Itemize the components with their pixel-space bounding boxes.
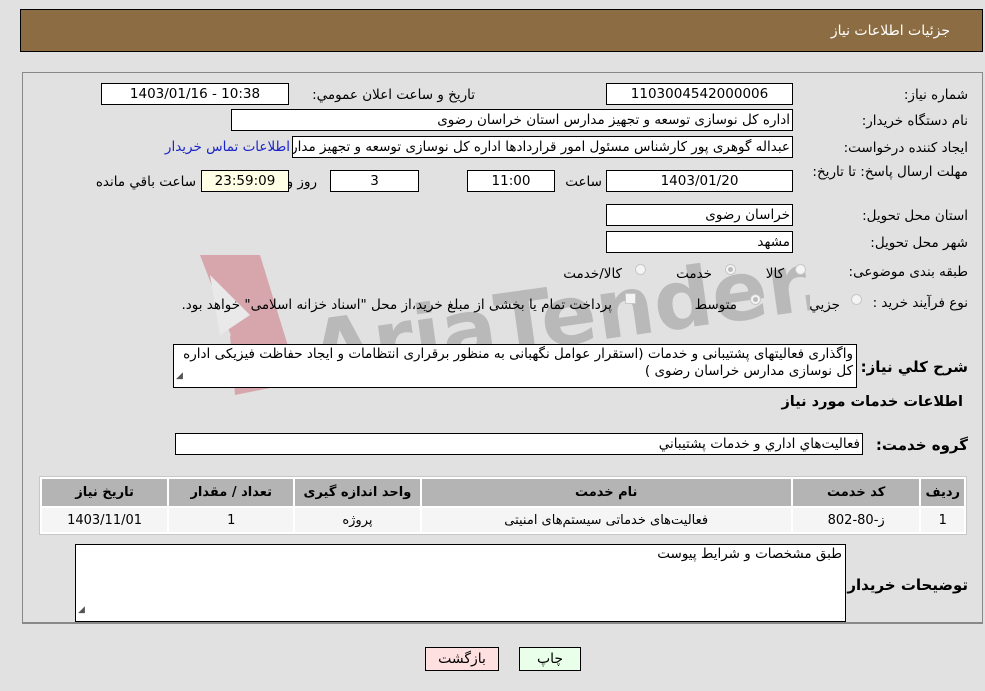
buyer-notes-label: توضيحات خريدار:	[841, 576, 968, 594]
purchase-process-label: نوع فرآيند خريد :	[872, 295, 968, 311]
buyer-org-label: نام دستگاه خريدار:	[861, 113, 968, 129]
cell-need-date: 1403/11/01	[42, 508, 168, 532]
col-quantity: تعداد / مقدار	[169, 479, 294, 506]
delivery-city-label: شهر محل تحويل:	[870, 235, 968, 251]
resize-grip-icon[interactable]: ◢	[176, 368, 183, 385]
remaining-time-field: 23:59:09	[201, 170, 289, 192]
process-medium-label: متوسط	[694, 297, 737, 313]
requester-label: ايجاد کننده درخواست:	[843, 140, 968, 156]
col-service-code: کد خدمت	[792, 479, 920, 506]
service-group-label: گروه خدمت:	[875, 436, 968, 454]
deadline-date-field[interactable]: 1403/01/20	[606, 170, 793, 192]
delivery-province-field[interactable]: خراسان رضوی	[606, 204, 793, 226]
deadline-label: مهلت ارسال پاسخ: تا تاریخ:	[812, 164, 968, 180]
back-button[interactable]: بازگشت	[425, 647, 499, 671]
description-textarea[interactable]: واگذاری فعالیتهای پشتیبانی و خدمات (استق…	[173, 344, 857, 388]
delivery-city-field[interactable]: مشهد	[606, 231, 793, 253]
process-minor-label: جزيي	[809, 297, 840, 313]
need-number-field[interactable]: 1103004542000006	[606, 83, 793, 105]
description-text: واگذاری فعالیتهای پشتیبانی و خدمات (استق…	[183, 346, 853, 379]
category-label: طبقه بندی موضوعی:	[848, 264, 968, 280]
deadline-time-field[interactable]: 11:00	[467, 170, 555, 192]
print-button[interactable]: چاپ	[519, 647, 581, 671]
process-minor-radio[interactable]	[851, 294, 862, 305]
table-header-row: رديف کد خدمت نام خدمت واحد اندازه گيری ت…	[42, 479, 964, 506]
buyer-notes-text: طبق مشخصات و شرايط پيوست	[657, 546, 842, 562]
cell-unit: پروژه	[295, 508, 420, 532]
deadline-time-label: ساعت	[565, 174, 602, 190]
resize-grip-icon[interactable]: ◢	[78, 602, 85, 619]
process-medium-radio[interactable]	[750, 294, 761, 305]
buyer-org-field[interactable]: اداره کل نوسازی توسعه و تجهیز مدارس استا…	[231, 109, 793, 131]
services-table: رديف کد خدمت نام خدمت واحد اندازه گيری ت…	[39, 476, 967, 535]
delivery-province-label: استان محل تحويل:	[862, 208, 968, 224]
remaining-days-field[interactable]: 3	[330, 170, 419, 192]
category-service-radio[interactable]	[725, 264, 736, 275]
cell-row-number: 1	[921, 508, 964, 532]
col-row-number: رديف	[921, 479, 964, 506]
cell-service-name: فعالیت‌های خدماتی سیستم‌های امنیتی	[421, 508, 791, 532]
need-number-label: شماره نیاز:	[903, 87, 968, 103]
col-need-date: تاريخ نياز	[42, 479, 168, 506]
category-goods-label: کالا	[765, 266, 784, 282]
services-section-title: اطلاعات خدمات مورد نياز	[781, 394, 963, 410]
treasury-checkbox[interactable]	[625, 293, 636, 304]
cell-service-code: ز-80-802	[792, 508, 920, 532]
category-goods-service-label: کالا/خدمت	[563, 266, 622, 282]
category-service-label: خدمت	[676, 266, 712, 282]
category-goods-radio[interactable]	[795, 264, 806, 275]
category-goods-service-radio[interactable]	[635, 264, 646, 275]
remaining-time-label: ساعت باقي مانده	[95, 174, 196, 190]
service-group-field[interactable]: فعاليت‌هاي اداري و خدمات پشتيباني	[175, 433, 863, 455]
col-unit: واحد اندازه گيری	[295, 479, 420, 506]
cell-quantity: 1	[169, 508, 294, 532]
description-label: شرح کلي نياز:	[860, 358, 968, 376]
table-row: 1 ز-80-802 فعالیت‌های خدماتی سیستم‌های ا…	[42, 508, 964, 532]
announce-datetime-label: تاريخ و ساعت اعلان عمومي:	[312, 87, 475, 103]
col-service-name: نام خدمت	[421, 479, 791, 506]
page-header: جزئیات اطلاعات نیاز	[20, 9, 983, 52]
announce-datetime-field[interactable]: 1403/01/16 - 10:38	[101, 83, 289, 105]
treasury-checkbox-label: پرداخت تمام يا بخشی از مبلغ خريد،از محل …	[181, 297, 612, 313]
buyer-contact-link[interactable]: اطلاعات تماس خريدار	[165, 139, 290, 155]
days-label: روز و	[286, 174, 317, 190]
buyer-notes-textarea[interactable]: طبق مشخصات و شرايط پيوست ◢	[75, 544, 846, 622]
page-title: جزئیات اطلاعات نیاز	[830, 23, 950, 39]
requester-field[interactable]: عبداله گوهری پور کارشناس مسئول امور قرار…	[292, 136, 793, 158]
